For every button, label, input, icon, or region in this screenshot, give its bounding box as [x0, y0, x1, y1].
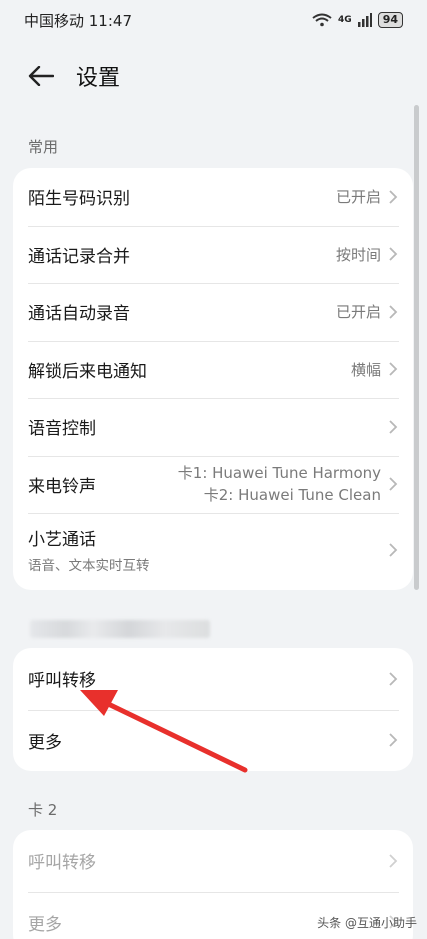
chevron-right-icon [389, 477, 398, 491]
row-auto-record[interactable]: 通话自动录音 已开启 [13, 283, 413, 341]
common-settings-card: 陌生号码识别 已开启 通话记录合并 按时间 通话自动录音 已开启 解锁后来电通知… [13, 168, 413, 590]
battery-indicator: 94 [377, 12, 403, 28]
chevron-right-icon [389, 362, 398, 376]
status-icons: 4G 94 [312, 12, 403, 28]
redacted-section-label [30, 620, 210, 638]
watermark: 头条 @互通小助手 [317, 916, 417, 930]
row-label: 通话自动录音 [28, 304, 130, 325]
signal-icon [357, 13, 372, 27]
row-call-forwarding[interactable]: 呼叫转移 [13, 648, 413, 710]
row-ringtone[interactable]: 来电铃声 卡1: Huawei Tune Harmony 卡2: Huawei … [13, 455, 413, 514]
row-unlock-call-notification[interactable]: 解锁后来电通知 横幅 [13, 340, 413, 399]
section-label-common: 常用 [28, 138, 59, 156]
row-label: 呼叫转移 [28, 853, 96, 874]
status-bar: 中国移动 11:47 4G 94 [0, 0, 427, 40]
row-label: 小艺通话 [28, 530, 96, 550]
carrier-time: 中国移动 11:47 [24, 11, 132, 30]
row-voice-control[interactable]: 语音控制 [13, 398, 413, 456]
row-unknown-number-id[interactable]: 陌生号码识别 已开启 [13, 168, 413, 226]
row-card2-call-forwarding[interactable]: 呼叫转移 [13, 830, 413, 892]
ringtone-values: 卡1: Huawei Tune Harmony 卡2: Huawei Tune … [178, 462, 381, 506]
row-value: 已开启 [335, 303, 381, 322]
page-title: 设置 [76, 66, 121, 91]
row-label: 解锁后来电通知 [28, 361, 147, 382]
row-value: 按时间 [335, 245, 381, 264]
scrollbar[interactable] [414, 105, 419, 590]
row-value: 横幅 [350, 360, 381, 379]
row-label: 语音控制 [28, 419, 96, 440]
section-label-card2: 卡 2 [28, 801, 58, 819]
row-call-log-merge[interactable]: 通话记录合并 按时间 [13, 225, 413, 284]
row-label: 呼叫转移 [28, 671, 96, 692]
chevron-right-icon [389, 247, 398, 261]
row-subtitle: 语音、文本实时互转 [28, 558, 150, 574]
chevron-right-icon [389, 190, 398, 204]
row-text-group: 小艺通话 语音、文本实时互转 [28, 525, 387, 574]
row-label: 陌生号码识别 [28, 189, 130, 210]
row-value: 已开启 [335, 188, 381, 207]
row-label: 来电铃声 [28, 476, 96, 497]
back-button[interactable] [26, 61, 56, 91]
chevron-right-icon [389, 854, 398, 868]
row-more[interactable]: 更多 [13, 709, 413, 772]
network-type: 4G [338, 15, 352, 25]
row-xiaoyi-call[interactable]: 小艺通话 语音、文本实时互转 [13, 513, 413, 586]
card1-settings-card: 呼叫转移 更多 [13, 648, 413, 771]
back-arrow-icon [28, 66, 54, 86]
row-label: 通话记录合并 [28, 246, 130, 267]
chevron-right-icon [389, 542, 398, 557]
ringtone-card1: 卡1: Huawei Tune Harmony [177, 464, 381, 483]
ringtone-card2: 卡2: Huawei Tune Clean [203, 486, 381, 505]
page-header: 设置 [0, 52, 427, 100]
chevron-right-icon [389, 305, 398, 319]
chevron-right-icon [389, 733, 398, 747]
row-label: 更多 [28, 732, 62, 753]
chevron-right-icon [389, 420, 398, 434]
chevron-right-icon [389, 672, 398, 686]
wifi-icon [312, 13, 332, 27]
